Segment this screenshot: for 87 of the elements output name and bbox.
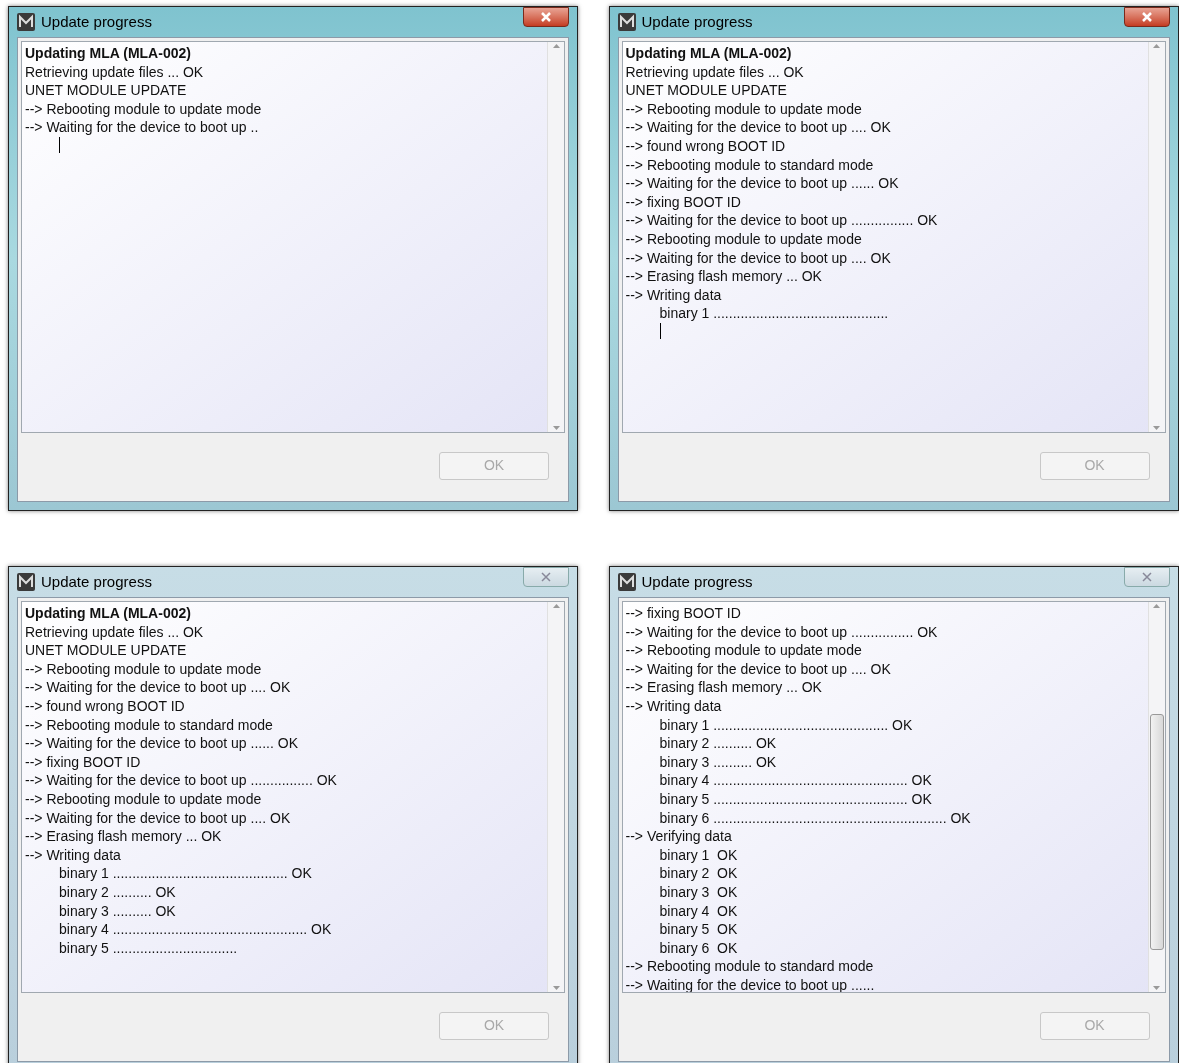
log-line: --> Waiting for the device to boot up ................ OK [625, 211, 938, 230]
app-logo-icon [617, 573, 636, 591]
close-icon [540, 571, 552, 583]
app-logo-icon [17, 13, 35, 31]
log-line: Retrieving update files ... OK [25, 62, 204, 82]
log-line: --> Waiting for the device to boot up ...... [625, 975, 875, 992]
log-line: --> Waiting for the device to boot up ................ OK [25, 771, 337, 790]
window-title: Update progress [641, 571, 753, 592]
scroll-down-icon [1153, 986, 1160, 990]
window-title: Update progress [641, 11, 753, 32]
log-line: --> Rebooting module to update mode [625, 99, 862, 119]
log-line: --> Writing data [625, 696, 722, 716]
log-line: binary 2 .......... OK [659, 734, 777, 753]
scrollbar[interactable] [1147, 42, 1165, 432]
log-line: --> Waiting for the device to boot up .... OK [625, 659, 891, 679]
log-line: Updating MLA (MLA-002) [25, 604, 191, 623]
log-line: binary 1 ............................................. [659, 304, 889, 323]
log-line: --> Erasing flash memory ... OK [625, 678, 822, 697]
log-line: --> Verifying data [625, 827, 732, 846]
log-line: --> Rebooting module to update mode [25, 659, 262, 679]
scroll-up-icon [552, 44, 560, 48]
close-icon [1140, 571, 1153, 583]
log-line: binary 2 .......... OK [59, 882, 176, 902]
log-line: --> Waiting for the device to boot up .. [25, 118, 259, 137]
scrollbar[interactable] [1147, 602, 1165, 992]
scrollbar[interactable] [547, 602, 564, 992]
log-line: binary 3 .......... OK [59, 901, 176, 921]
log-line: --> fixing BOOT ID [625, 604, 741, 623]
log-line: binary 1 ............................................. OK [659, 715, 913, 735]
log-line: Updating MLA (MLA-002) [25, 44, 191, 63]
window-title: Update progress [41, 11, 152, 32]
log-line: --> Writing data [25, 845, 121, 865]
close-icon [1140, 11, 1153, 23]
log-line: --> Waiting for the device to boot up .... OK [625, 248, 891, 268]
log-line: Retrieving update files ... OK [625, 62, 804, 82]
log-line: --> Waiting for the device to boot up .... OK [625, 118, 891, 137]
log-line: --> Rebooting module to update mode [625, 229, 862, 249]
log-line: Retrieving update files ... OK [25, 622, 204, 642]
log-line: binary 6 OK [659, 938, 738, 958]
log-line: --> fixing BOOT ID [25, 752, 141, 772]
log-line: binary 4 .................................................. OK [659, 771, 932, 790]
scroll-thumb[interactable] [1149, 714, 1164, 950]
log-line: binary 1 ............................................. OK [59, 864, 312, 883]
log-line: UNET MODULE UPDATE [25, 81, 187, 100]
log-line: --> found wrong BOOT ID [625, 136, 786, 156]
log-line: --> Waiting for the device to boot up ...... OK [25, 734, 298, 753]
log-line: binary 4 .................................................. OK [59, 920, 332, 939]
scroll-up-icon [552, 604, 560, 608]
log-line: --> Waiting for the device to boot up .... OK [25, 808, 291, 828]
log-line: --> Rebooting module to standard mode [625, 155, 874, 175]
log-line: --> Waiting for the device to boot up .... OK [25, 678, 291, 697]
scroll-down-icon [552, 426, 560, 430]
log-line: Updating MLA (MLA-002) [625, 44, 792, 63]
log-line: --> Waiting for the device to boot up ...... OK [625, 174, 899, 193]
log-line: binary 3 OK [659, 882, 738, 902]
log-line: --> Rebooting module to update mode [25, 789, 262, 809]
log-line: binary 2 OK [659, 864, 738, 883]
log-line: --> Erasing flash memory ... OK [625, 267, 822, 286]
log-line: --> Rebooting module to update mode [625, 641, 862, 660]
scroll-up-icon [1153, 604, 1160, 608]
log-line: binary 5 OK [659, 920, 738, 939]
log-line: UNET MODULE UPDATE [25, 641, 187, 660]
close-button[interactable] [1123, 7, 1170, 27]
log-line: binary 5 .................................................. OK [659, 789, 932, 809]
scroll-down-icon [1153, 426, 1160, 430]
log-line: --> Waiting for the device to boot up ................ OK [625, 622, 938, 642]
log-line: --> Rebooting module to update mode [25, 99, 262, 119]
log-line: --> fixing BOOT ID [625, 192, 741, 212]
log-line: --> Rebooting module to standard mode [625, 957, 874, 976]
log-line: binary 4 OK [659, 901, 738, 921]
log-line: binary 1 OK [659, 845, 738, 865]
log-line: binary 5 ................................ [59, 938, 238, 958]
log-line: UNET MODULE UPDATE [625, 81, 787, 100]
scrollbar[interactable] [547, 42, 564, 432]
close-icon [540, 11, 552, 23]
log-line: --> Rebooting module to standard mode [25, 715, 273, 735]
log-line: binary 3 .......... OK [659, 752, 777, 772]
app-logo-icon [17, 573, 35, 591]
log-line: --> Erasing flash memory ... OK [25, 827, 222, 846]
window-title: Update progress [41, 571, 152, 592]
app-logo-icon [617, 13, 636, 31]
log-line: binary 6 ............................................................ OK [659, 808, 971, 828]
scroll-up-icon [1153, 44, 1160, 48]
scroll-down-icon [552, 986, 560, 990]
log-line: --> found wrong BOOT ID [25, 696, 185, 716]
log-line: --> Writing data [625, 285, 722, 305]
close-button[interactable] [523, 7, 569, 27]
